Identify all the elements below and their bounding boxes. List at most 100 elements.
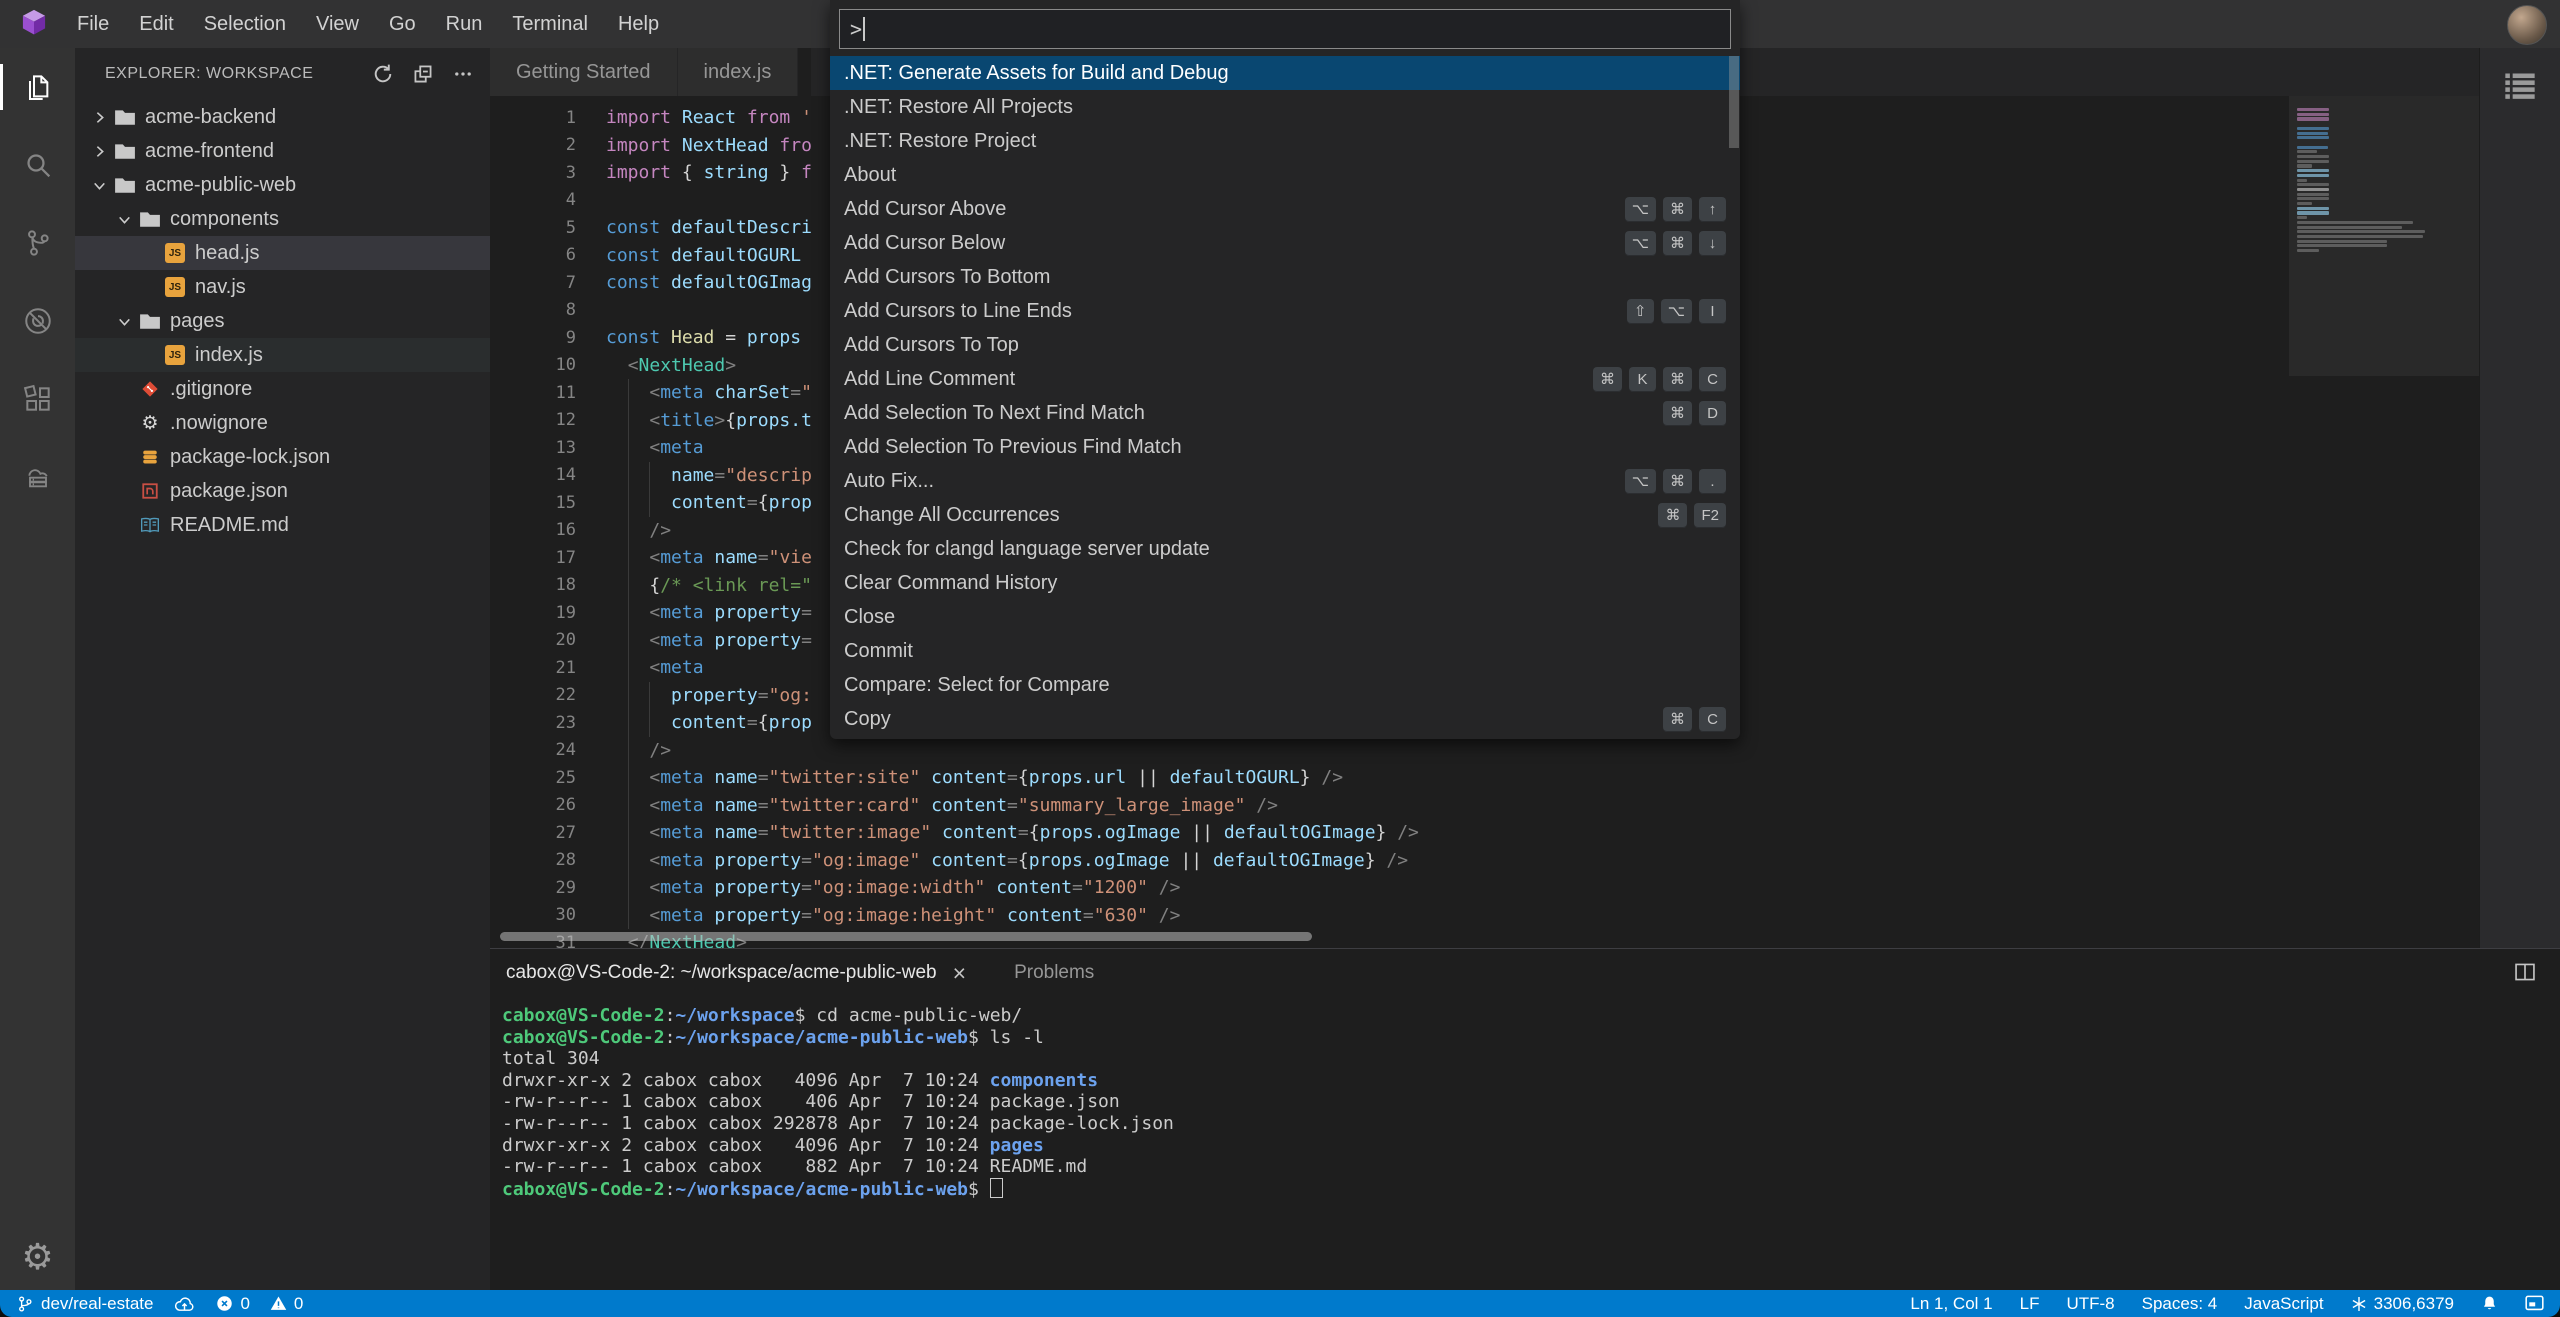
tree-item-acme-public-web[interactable]: acme-public-web <box>75 168 490 202</box>
command-label: .NET: Restore Project <box>844 129 1037 152</box>
command-item[interactable]: Add Line Comment ⌘ K ⌘ C <box>830 362 1740 396</box>
terminal-panel[interactable]: cabox@VS-Code-2: ~/workspace/acme-public… <box>490 948 2560 1290</box>
keybinding-key: ⌘ <box>1593 366 1622 392</box>
command-item[interactable]: Clear Command History <box>830 566 1740 600</box>
code-text: {/* <link rel=" <box>606 571 812 599</box>
command-keybinding: ⌥ ⌘ ↑ <box>1624 196 1726 222</box>
menu-view[interactable]: View <box>301 0 374 48</box>
command-item[interactable]: Compare: Select for Compare <box>830 668 1740 702</box>
keybinding-key: I <box>1699 298 1726 324</box>
command-item[interactable]: Add Selection To Next Find Match ⌘ D <box>830 396 1740 430</box>
tree-item--nowignore[interactable]: ⚙ .nowignore <box>75 406 490 440</box>
command-item[interactable]: Add Selection To Previous Find Match <box>830 430 1740 464</box>
encoding-indicator[interactable]: UTF-8 <box>2066 1294 2114 1314</box>
outline-list-icon[interactable] <box>2504 72 2536 948</box>
activity-remote-explorer-icon[interactable] <box>0 438 75 516</box>
tree-item-acme-frontend[interactable]: acme-frontend <box>75 134 490 168</box>
terminal-tab[interactable]: cabox@VS-Code-2: ~/workspace/acme-public… <box>506 962 937 984</box>
line-number: 21 <box>555 657 576 678</box>
command-item[interactable]: Add Cursor Below ⌥ ⌘ ↓ <box>830 226 1740 260</box>
tab-partial[interactable] <box>798 48 812 96</box>
ports-indicator[interactable]: 3306,6379 <box>2351 1294 2454 1314</box>
command-item[interactable]: Check for clangd language server update <box>830 532 1740 566</box>
warnings-count[interactable]: 0 <box>270 1294 303 1314</box>
command-item[interactable]: Auto Fix... ⌥ ⌘. <box>830 464 1740 498</box>
notifications[interactable] <box>2481 1295 2498 1312</box>
settings-gear-icon[interactable]: ⚙ <box>0 1236 75 1278</box>
tree-item-head-js[interactable]: JS head.js <box>75 236 490 270</box>
menu-terminal[interactable]: Terminal <box>497 0 603 48</box>
tab-getting-started[interactable]: Getting Started <box>490 48 678 96</box>
command-item[interactable]: Add Cursors to Line Ends ⇧ ⌥ I <box>830 294 1740 328</box>
command-item[interactable]: Add Cursor Above ⌥ ⌘ ↑ <box>830 192 1740 226</box>
tree-item-components[interactable]: components <box>75 202 490 236</box>
js-file-icon: JS <box>161 345 189 365</box>
line-number: 29 <box>555 877 576 898</box>
activity-source-control-icon[interactable] <box>0 204 75 282</box>
menu-run[interactable]: Run <box>431 0 498 48</box>
menu-edit[interactable]: Edit <box>124 0 188 48</box>
minimap-line <box>2297 145 2328 149</box>
command-item[interactable]: Commit <box>830 634 1740 668</box>
tree-item-acme-backend[interactable]: acme-backend <box>75 100 490 134</box>
tab-problems[interactable]: Problems <box>1014 962 1094 984</box>
command-item[interactable]: About <box>830 158 1740 192</box>
command-palette: > .NET: Generate Assets for Build and De… <box>830 0 1740 739</box>
command-label: Add Selection To Previous Find Match <box>844 435 1182 458</box>
command-item[interactable]: Add Cursors To Bottom <box>830 260 1740 294</box>
feedback[interactable] <box>2525 1295 2544 1312</box>
command-keybinding: ⇧ ⌥ I <box>1626 298 1726 324</box>
line-number: 1 <box>565 107 576 128</box>
language-mode[interactable]: JavaScript <box>2244 1294 2323 1314</box>
tree-item-readme-md[interactable]: README.md <box>75 508 490 542</box>
command-item[interactable]: .NET: Restore Project <box>830 124 1740 158</box>
activity-explorer-icon[interactable] <box>0 48 75 126</box>
menu-bar: File Edit Selection View Go Run Terminal Help <box>62 0 674 48</box>
publish-changes[interactable] <box>173 1295 196 1313</box>
menu-file[interactable]: File <box>62 0 124 48</box>
code-text: <title>{props.t <box>606 406 812 434</box>
cursor-position[interactable]: Ln 1, Col 1 <box>1910 1294 1992 1314</box>
code-text: <meta property="og:image:height" content… <box>606 901 1180 929</box>
tree-item-index-js[interactable]: JS index.js <box>75 338 490 372</box>
command-item[interactable]: Close <box>830 600 1740 634</box>
activity-search-icon[interactable] <box>0 126 75 204</box>
eol-indicator[interactable]: LF <box>2020 1294 2040 1314</box>
horizontal-scrollbar[interactable] <box>500 932 1312 941</box>
activity-debug-icon[interactable] <box>0 282 75 360</box>
branch-indicator[interactable]: dev/real-estate <box>16 1294 153 1314</box>
tab-index-js[interactable]: index.js <box>677 48 799 96</box>
minimap-line <box>2297 155 2330 159</box>
command-item[interactable]: Add Cursors To Top <box>830 328 1740 362</box>
activity-extensions-icon[interactable] <box>0 360 75 438</box>
menu-go[interactable]: Go <box>374 0 431 48</box>
keybinding-key: ⌥ <box>1624 230 1656 256</box>
command-item[interactable]: Copy ⌘ C <box>830 702 1740 736</box>
tree-item-nav-js[interactable]: JS nav.js <box>75 270 490 304</box>
collapse-all-icon[interactable] <box>412 63 434 85</box>
close-icon[interactable]: × <box>953 961 966 985</box>
tree-item-package-lock-json[interactable]: package-lock.json <box>75 440 490 474</box>
app-logo-icon <box>16 6 52 42</box>
command-item[interactable]: .NET: Generate Assets for Build and Debu… <box>830 56 1740 90</box>
line-number: 3 <box>565 162 576 183</box>
terminal-output: cabox@VS-Code-2:~/workspace$ cd acme-pub… <box>490 997 2560 1200</box>
errors-count[interactable]: 0 <box>216 1294 250 1314</box>
tree-item-label: nav.js <box>195 275 246 298</box>
minimap[interactable] <box>2289 96 2479 948</box>
tree-item-package-json[interactable]: package.json <box>75 474 490 508</box>
menu-selection[interactable]: Selection <box>189 0 301 48</box>
keybinding-key: ⌘ <box>1663 230 1692 256</box>
menu-help[interactable]: Help <box>603 0 674 48</box>
tree-item--gitignore[interactable]: .gitignore <box>75 372 490 406</box>
palette-scrollbar[interactable] <box>1729 56 1739 148</box>
refresh-icon[interactable] <box>372 63 394 85</box>
command-item[interactable]: Change All Occurrences ⌘ F2 <box>830 498 1740 532</box>
tree-item-pages[interactable]: pages <box>75 304 490 338</box>
command-item[interactable]: .NET: Restore All Projects <box>830 90 1740 124</box>
indentation-indicator[interactable]: Spaces: 4 <box>2142 1294 2218 1314</box>
split-panel-icon[interactable] <box>2514 961 2536 988</box>
account-avatar[interactable] <box>2507 5 2547 45</box>
more-actions-icon[interactable] <box>452 63 474 85</box>
command-input[interactable]: > <box>839 9 1731 49</box>
